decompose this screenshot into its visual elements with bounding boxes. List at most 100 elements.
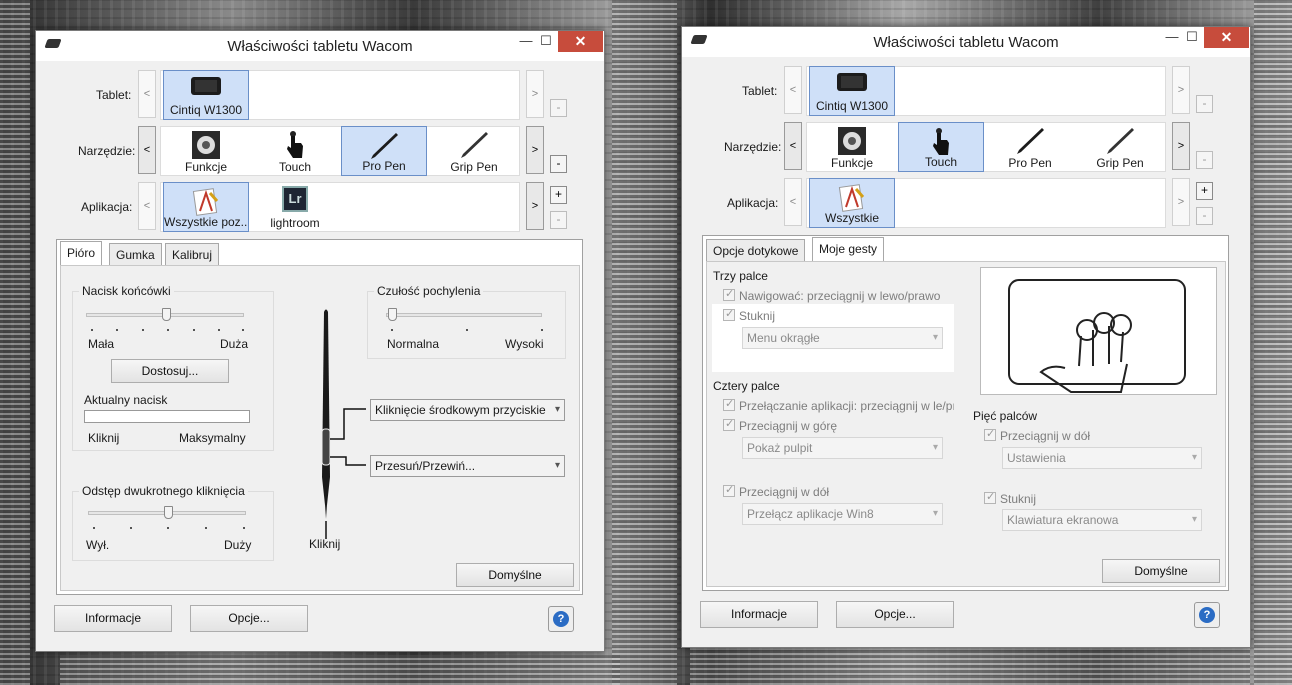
tool-item-touch[interactable]: Touch (898, 122, 984, 172)
tab-eraser[interactable]: Gumka (109, 243, 162, 265)
help-icon[interactable] (1194, 602, 1220, 628)
three-fingers-tap-label: Stuknij (739, 309, 775, 323)
pen-upper-button-combo[interactable]: Kliknięcie środkowym przyciskie▾ (370, 399, 565, 421)
express-keys-icon (191, 130, 221, 160)
four-fingers-down-combo[interactable]: Przełącz aplikacje Win8▾ (742, 503, 943, 525)
tool-item-label: Funkcje (163, 160, 249, 174)
title-bar[interactable]: Właściwości tabletu Wacom — ☐ ✕ (682, 27, 1250, 57)
tool-item-grip-pen[interactable]: Grip Pen (1077, 122, 1163, 172)
pen-lower-button-combo[interactable]: Przesuń/Przewiń...▾ (370, 455, 565, 477)
tilt-slider[interactable] (388, 308, 397, 321)
double-click-title: Odstęp dwukrotnego kliknięcia (79, 484, 248, 498)
maximize-button[interactable]: ☐ (534, 31, 558, 52)
app-add-button[interactable]: + (550, 186, 567, 204)
app-remove-button[interactable]: - (550, 211, 567, 229)
default-button[interactable]: Domyślne (1102, 559, 1220, 583)
tablet-item-cintiq[interactable]: Cintiq W1300 (809, 66, 895, 116)
four-fingers-switch-label: Przełączanie aplikacji: przeciągnij w le… (739, 399, 954, 413)
combo-value: Przesuń/Przewiń... (375, 459, 475, 473)
tool-item-pro-pen[interactable]: Pro Pen (341, 126, 427, 176)
slider-tick (167, 527, 169, 529)
app-scroll-right[interactable]: > (1172, 178, 1190, 226)
app-add-button[interactable]: + (1196, 182, 1213, 200)
five-fingers-tap-combo[interactable]: Klawiatura ekranowa▾ (1002, 509, 1202, 531)
double-click-slider[interactable] (164, 506, 173, 519)
three-fingers-tap-combo[interactable]: Menu okrągłe▾ (742, 327, 943, 349)
options-button[interactable]: Opcje... (836, 601, 954, 628)
express-keys-icon (837, 126, 867, 156)
chevron-down-icon: ▾ (1192, 448, 1197, 468)
tool-scroll-left[interactable]: < (784, 122, 802, 170)
slider-tick (242, 329, 244, 331)
tab-touch-options[interactable]: Opcje dotykowe (706, 239, 805, 261)
title-bar[interactable]: Właściwości tabletu Wacom — ☐ ✕ (36, 31, 604, 61)
tool-scroll-left[interactable]: < (138, 126, 156, 174)
tool-remove-button[interactable]: - (1196, 151, 1213, 169)
three-fingers-nav-checkbox[interactable] (723, 289, 735, 301)
tool-scroll-right[interactable]: > (1172, 122, 1190, 170)
app-item-all[interactable]: Wszystkie (809, 178, 895, 228)
three-fingers-nav-label: Nawigować: przeciągnij w lewo/prawo (739, 289, 940, 303)
tool-item-pro-pen[interactable]: Pro Pen (987, 122, 1073, 172)
chevron-down-icon: ▾ (1192, 510, 1197, 530)
slider-tick (205, 527, 207, 529)
four-fingers-up-combo[interactable]: Pokaż pulpit▾ (742, 437, 943, 459)
tool-item-touch[interactable]: Touch (252, 126, 338, 176)
app-item-label: Wszystkie poz... (164, 215, 248, 229)
maximize-button[interactable]: ☐ (1180, 27, 1204, 48)
tip-feel-slider[interactable] (162, 308, 171, 321)
tool-item-label: Touch (252, 160, 338, 174)
help-icon[interactable] (548, 606, 574, 632)
click-label: Kliknij (88, 431, 119, 445)
app-item-all[interactable]: Wszystkie poz... (163, 182, 249, 232)
default-button[interactable]: Domyślne (456, 563, 574, 587)
four-fingers-down-checkbox[interactable] (723, 485, 735, 497)
five-fingers-tap-checkbox[interactable] (984, 492, 996, 504)
maximum-label: Maksymalny (179, 431, 246, 445)
tablet-item-cintiq[interactable]: Cintiq W1300 (163, 70, 249, 120)
tablet-scroll-left[interactable]: < (784, 66, 802, 114)
tab-my-gestures[interactable]: Moje gesty (812, 237, 884, 261)
three-fingers-tap-checkbox[interactable] (723, 309, 735, 321)
slider-tick (218, 329, 220, 331)
tool-item-label: Grip Pen (431, 160, 517, 174)
tilt-max-label: Wysoki (505, 337, 544, 351)
combo-value: Kliknięcie środkowym przyciskie (375, 403, 546, 417)
tool-item-grip-pen[interactable]: Grip Pen (431, 126, 517, 176)
app-item-lightroom[interactable]: Lr lightroom (252, 182, 338, 232)
app-remove-button[interactable]: - (1196, 207, 1213, 225)
about-button[interactable]: Informacje (54, 605, 172, 632)
tablet-remove-button[interactable]: - (1196, 95, 1213, 113)
four-fingers-up-checkbox[interactable] (723, 419, 735, 431)
tool-remove-button[interactable]: - (550, 155, 567, 173)
five-fingers-down-combo[interactable]: Ustawienia▾ (1002, 447, 1202, 469)
slider-tick (93, 527, 95, 529)
tool-item-functions[interactable]: Funkcje (809, 122, 895, 172)
tab-calibrate[interactable]: Kalibruj (165, 243, 219, 265)
tool-item-functions[interactable]: Funkcje (163, 126, 249, 176)
tab-pen[interactable]: Pióro (60, 241, 102, 265)
about-button[interactable]: Informacje (700, 601, 818, 628)
slider-tick (466, 329, 468, 331)
options-button[interactable]: Opcje... (190, 605, 308, 632)
customize-button[interactable]: Dostosuj... (111, 359, 229, 383)
background-building (690, 648, 1250, 685)
tablet-scroll-right[interactable]: > (526, 70, 544, 118)
app-label: Aplikacja: (81, 200, 132, 214)
five-fingers-down-checkbox[interactable] (984, 429, 996, 441)
close-button[interactable]: ✕ (1204, 27, 1249, 48)
tool-label: Narzędzie: (78, 144, 135, 158)
tablet-scroll-right[interactable]: > (1172, 66, 1190, 114)
close-button[interactable]: ✕ (558, 31, 603, 52)
four-fingers-switch-checkbox[interactable] (723, 399, 735, 411)
tool-scroll-right[interactable]: > (526, 126, 544, 174)
tool-item-label: Funkcje (809, 156, 895, 170)
app-scroll-right[interactable]: > (526, 182, 544, 230)
four-fingers-title: Cztery palce (713, 379, 780, 393)
tablet-remove-button[interactable]: - (550, 99, 567, 117)
tablet-scroll-left[interactable]: < (138, 70, 156, 118)
tablet-device-icon (836, 71, 868, 93)
grip-pen-icon (459, 130, 489, 160)
app-scroll-left[interactable]: < (138, 182, 156, 230)
app-scroll-left[interactable]: < (784, 178, 802, 226)
